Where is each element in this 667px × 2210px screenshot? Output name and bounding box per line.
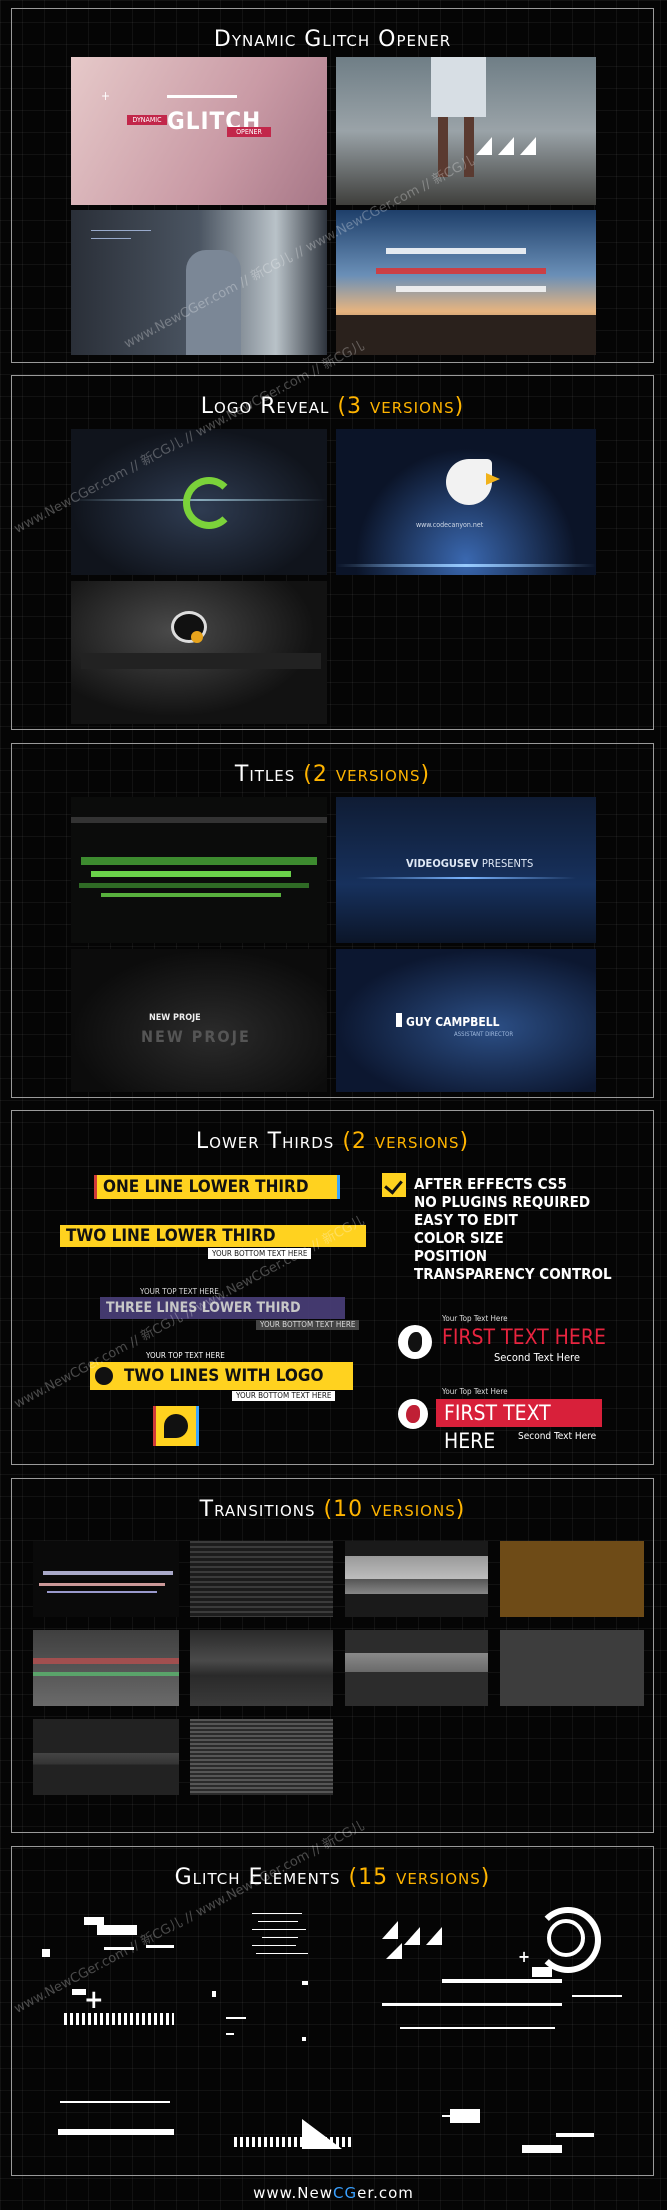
preview-thumb-logo-1 [71,429,327,575]
preview-thumb-title-4: GUY CAMPBELL ASSISTANT DIRECTOR [336,949,596,1092]
section-title: Lower Thirds (2 versions) [195,1129,470,1154]
preview-thumb-4 [336,210,596,355]
one-line-lower-third: ONE LINE LOWER THIRD [97,1175,337,1199]
transition-thumb-7 [345,1630,488,1706]
preview-thumb-title-3: NEW PROJE NEW PROJE [71,949,327,1092]
feature-4: COLOR SIZE [414,1229,504,1247]
preview-thumb-title-2: VIDEOGUSEV PRESENTS [336,797,596,943]
triangle-shape [476,137,492,155]
section-transitions: Transitions (10 versions) [11,1478,654,1833]
logo-g-icon [183,477,235,529]
feature-1: AFTER EFFECTS CS5 [414,1175,567,1193]
two-lines-with-logo: TWO LINES WITH LOGO [118,1362,353,1390]
red-lt-top-text-2: Your Top Text Here [442,1387,508,1396]
feature-check-icon [382,1173,406,1197]
red-lt-top-text: Your Top Text Here [442,1314,508,1323]
section-logo-reveal: Logo Reveal (3 versions) www.codecanyon.… [11,375,654,730]
logo-lower-third-top-text: YOUR TOP TEXT HERE [146,1351,225,1360]
red-lt-main-text: FIRST TEXT HERE [442,1325,606,1349]
transition-thumb-4 [500,1541,644,1617]
logo-url: www.codecanyon.net [416,521,484,529]
section-title: Glitch Elements (15 versions) [174,1865,491,1890]
section-glitch-elements: Glitch Elements (15 versions) + + [11,1846,654,2176]
striped-bar-element [234,2137,354,2147]
red-lt-main-text-2: FIRST TEXT HERE [436,1399,602,1453]
section-lower-thirds: Lower Thirds (2 versions) ONE LINE LOWER… [11,1110,654,1465]
section-title: Dynamic Glitch Opener [213,27,452,52]
feature-5: POSITION [414,1247,488,1265]
preview-thumb-title-1 [71,797,327,943]
feature-6: TRANSPARENCY CONTROL [414,1265,612,1283]
opener-label: OPENER [227,127,271,137]
preview-thumb-2 [336,57,596,205]
transition-thumb-1 [33,1541,179,1617]
red-lt-logo-circle-2 [398,1399,428,1429]
transition-thumb-6 [190,1630,333,1706]
striped-bar-element [64,2013,174,2025]
person-figure [431,57,486,117]
red-lt-logo-circle [398,1325,432,1359]
logo-icon [164,1414,188,1438]
preview-thumb-logo-2: www.codecanyon.net [336,429,596,575]
red-lt-sub-text-2: Second Text Here [518,1431,597,1442]
transition-thumb-10 [190,1719,333,1795]
feature-3: EASY TO EDIT [414,1211,518,1229]
logo-square [156,1406,196,1446]
code-snippet-element [252,1913,312,1967]
new-project-label: NEW PROJE [149,1013,201,1023]
section-title: Titles (2 versions) [234,762,431,787]
feature-2: NO PLUGINS REQUIRED [414,1193,591,1211]
dynamic-label: DYNAMIC [127,115,167,125]
preview-thumb-1: DYNAMIC GLITCH OPENER + [71,57,327,205]
logo-lower-third-bottom-text: YOUR BOTTOM TEXT HERE [232,1391,336,1401]
three-lines-bottom-text: YOUR BOTTOM TEXT HERE [256,1320,360,1330]
red-lt-sub-text: Second Text Here [494,1351,580,1364]
section-dynamic-glitch-opener: Dynamic Glitch Opener DYNAMIC GLITCH OPE… [11,8,654,363]
logo-icon [408,1332,422,1352]
section-title: Logo Reveal (3 versions) [200,394,465,419]
videogusev-label: VIDEOGUSEV [406,857,479,870]
transition-thumb-9 [33,1719,179,1795]
transition-thumb-2 [190,1541,333,1617]
plus-icon: + [84,1985,104,2015]
logo-icon [406,1405,420,1423]
section-titles: Titles (2 versions) VIDEOGUSEV PRESENTS … [11,743,654,1098]
preview-thumb-3 [71,210,327,355]
footer-site-url: www.NewCGer.com [253,2184,414,2202]
glitch-bar [167,95,237,98]
transition-thumb-5 [33,1630,179,1706]
plus-icon: + [518,1947,531,1966]
guy-campbell-label: GUY CAMPBELL [406,1015,500,1029]
section-title: Transitions (10 versions) [199,1497,466,1522]
transition-thumb-8 [500,1630,644,1706]
transition-thumb-3 [345,1541,488,1617]
preview-thumb-logo-3 [71,581,327,724]
plus-icon: + [101,89,111,103]
